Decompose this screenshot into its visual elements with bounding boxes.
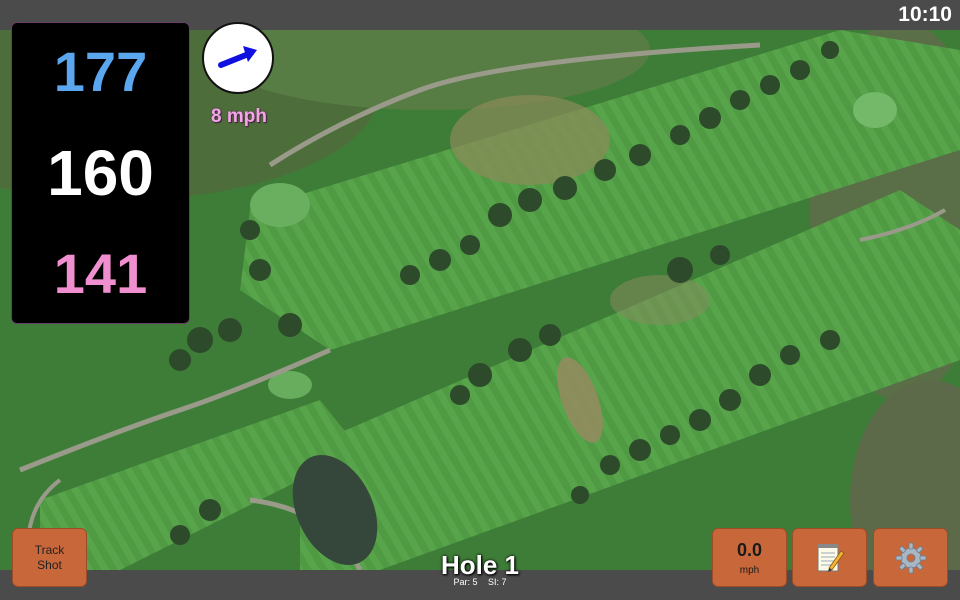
back-of-green-distance: 177 <box>53 39 148 103</box>
speed-unit: mph <box>739 564 760 576</box>
settings-button[interactable] <box>873 528 948 587</box>
wind-speed-label: 8 mph <box>211 106 267 127</box>
speed-button[interactable]: 0.0 mph <box>712 528 787 587</box>
track-shot-button[interactable]: Track Shot <box>12 528 87 587</box>
notepad-pencil-icon <box>817 543 845 572</box>
front-of-green-distance: 141 <box>53 242 148 306</box>
hole-stroke-index: SI: 7 <box>488 577 507 587</box>
track-shot-label-line2: Shot <box>37 557 62 572</box>
speed-value: 0.0 <box>736 539 763 560</box>
clock: 10:10 <box>898 3 952 26</box>
notes-button[interactable] <box>792 528 867 587</box>
middle-of-green-distance: 160 <box>47 136 154 209</box>
track-shot-label-line1: Track <box>34 542 65 557</box>
hole-par: Par: 5 <box>453 577 478 587</box>
distance-panel: 177 160 141 <box>11 22 190 324</box>
wind-arrow-icon <box>218 46 257 68</box>
hole-info: Par: 5 SI: 7 <box>380 577 580 587</box>
wind-direction-dial <box>202 22 274 94</box>
gear-icon <box>895 542 926 573</box>
